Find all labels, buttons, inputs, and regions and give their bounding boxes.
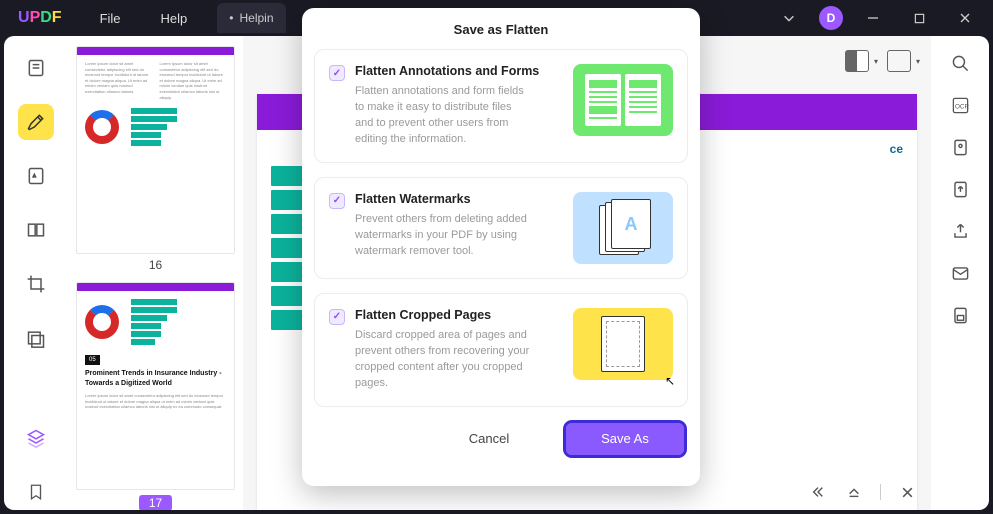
- user-avatar[interactable]: D: [819, 6, 843, 30]
- window-maximize[interactable]: [903, 4, 935, 32]
- checkbox-cropped[interactable]: [329, 309, 345, 325]
- bookmark-icon[interactable]: [18, 474, 54, 510]
- prev-page-button[interactable]: [844, 482, 864, 502]
- menu-help[interactable]: Help: [141, 11, 208, 26]
- print-icon[interactable]: [949, 304, 971, 326]
- illustration-annotations-icon: [573, 64, 673, 136]
- dialog-title: Save as Flatten: [314, 22, 688, 37]
- thumbnail-page-16[interactable]: Lorem ipsum dolor sit amet consectetur a…: [76, 46, 235, 254]
- cancel-button[interactable]: Cancel: [430, 423, 548, 455]
- chevron-down-icon[interactable]: [773, 4, 805, 32]
- window-close[interactable]: [949, 4, 981, 32]
- illustration-watermarks-icon: A: [573, 192, 673, 264]
- left-toolbar: [4, 36, 68, 510]
- menu-file[interactable]: File: [80, 11, 141, 26]
- thumbnail-label-16: 16: [76, 258, 235, 272]
- email-icon[interactable]: [949, 262, 971, 284]
- illustration-cropped-icon: ↖: [573, 308, 673, 380]
- page-heading: Prominent Trends in Insurance Industry -…: [85, 369, 226, 389]
- window-minimize[interactable]: [857, 4, 889, 32]
- close-nav-button[interactable]: [897, 482, 917, 502]
- tab-title: Helpin: [239, 11, 273, 25]
- svg-text:OCR: OCR: [954, 103, 968, 110]
- thumbnail-panel: Lorem ipsum dolor sit amet consectetur a…: [68, 36, 243, 510]
- option-flatten-cropped[interactable]: Flatten Cropped Pages Discard cropped ar…: [314, 293, 688, 407]
- checkbox-watermarks[interactable]: [329, 193, 345, 209]
- first-page-button[interactable]: [808, 482, 828, 502]
- export-icon[interactable]: [949, 178, 971, 200]
- form-icon[interactable]: [949, 136, 971, 158]
- edit-tool-icon[interactable]: [18, 158, 54, 194]
- organize-tool-icon[interactable]: [18, 212, 54, 248]
- layers-icon[interactable]: [18, 420, 54, 456]
- reader-tool-icon[interactable]: [18, 50, 54, 86]
- option-title: Flatten Annotations and Forms: [355, 64, 563, 78]
- option-title: Flatten Watermarks: [355, 192, 563, 206]
- page-display-dropdown[interactable]: ▾: [845, 50, 869, 72]
- checkbox-annotations[interactable]: [329, 65, 345, 81]
- crop-tool-icon[interactable]: [18, 266, 54, 302]
- option-flatten-annotations[interactable]: Flatten Annotations and Forms Flatten an…: [314, 49, 688, 163]
- right-toolbar: OCR: [931, 36, 989, 510]
- page-nav-controls: [808, 482, 917, 502]
- comment-tool-icon[interactable]: [18, 104, 54, 140]
- search-icon[interactable]: [949, 52, 971, 74]
- option-desc: Flatten annotations and form fields to m…: [355, 84, 530, 148]
- app-logo: UPDF: [0, 9, 80, 27]
- save-as-flatten-dialog: Save as Flatten Flatten Annotations and …: [302, 8, 700, 486]
- option-title: Flatten Cropped Pages: [355, 308, 563, 322]
- tab-indicator: •: [229, 11, 233, 25]
- ocr-icon[interactable]: OCR: [949, 94, 971, 116]
- redact-tool-icon[interactable]: [18, 320, 54, 356]
- thumbnail-page-17[interactable]: 05 Prominent Trends in Insurance Industr…: [76, 282, 235, 490]
- option-desc: Discard cropped area of pages and preven…: [355, 328, 530, 392]
- view-toolbar: ▾ ▾: [845, 50, 911, 72]
- divider: [880, 484, 881, 500]
- save-as-button[interactable]: Save As: [566, 423, 684, 455]
- document-tab[interactable]: • Helpin: [217, 3, 285, 33]
- share-icon[interactable]: [949, 220, 971, 242]
- option-flatten-watermarks[interactable]: Flatten Watermarks Prevent others from d…: [314, 177, 688, 279]
- page-badge: 05: [85, 355, 100, 365]
- thumbnail-label-17: 17: [139, 495, 172, 510]
- option-desc: Prevent others from deleting added water…: [355, 212, 530, 260]
- background-dropdown[interactable]: ▾: [887, 50, 911, 72]
